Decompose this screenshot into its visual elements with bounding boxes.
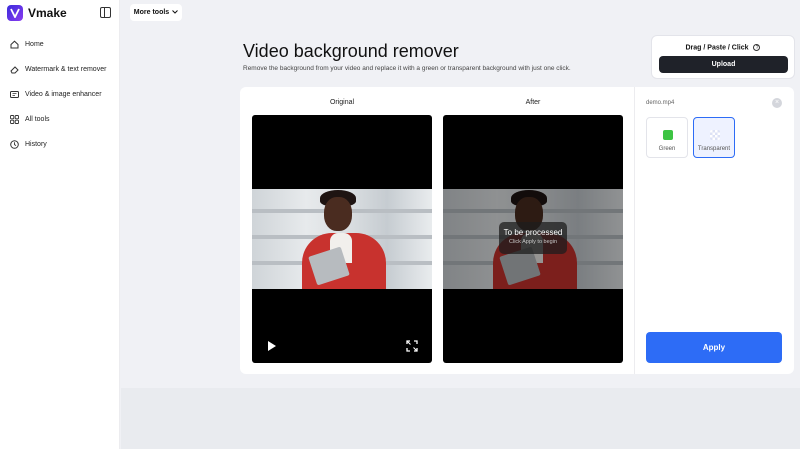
bottom-band bbox=[121, 388, 800, 449]
background-option-transparent[interactable]: Transparent bbox=[693, 117, 735, 158]
upload-hint-text: Drag / Paste / Click bbox=[685, 44, 749, 52]
page-title: Video background remover bbox=[243, 41, 459, 61]
file-name: demo.mp4 bbox=[646, 100, 675, 106]
more-tools-label: More tools bbox=[133, 9, 170, 16]
upload-card[interactable]: Drag / Paste / Click ? Upload bbox=[651, 35, 795, 79]
divider bbox=[634, 87, 635, 374]
brand-name: Vmake bbox=[28, 6, 67, 20]
background-option-label: Green bbox=[658, 146, 676, 152]
after-video: To be processed Click Apply to begin bbox=[443, 115, 623, 363]
brand[interactable]: Vmake bbox=[7, 5, 67, 21]
sidebar-item-enhancer[interactable]: Video & image enhancer bbox=[10, 90, 102, 99]
upload-button[interactable]: Upload bbox=[659, 56, 788, 73]
eraser-icon bbox=[10, 65, 19, 74]
sidebar-item-label: Watermark & text remover bbox=[25, 66, 107, 73]
background-option-green[interactable]: Green bbox=[646, 117, 688, 158]
sidebar-item-all-tools[interactable]: All tools bbox=[10, 115, 50, 124]
sidebar-item-label: All tools bbox=[25, 116, 50, 123]
sidebar-item-watermark-remover[interactable]: Watermark & text remover bbox=[10, 65, 106, 74]
sidebar-item-history[interactable]: History bbox=[10, 140, 47, 149]
vmake-logo-icon bbox=[7, 5, 23, 21]
apply-button[interactable]: Apply bbox=[646, 332, 782, 363]
more-tools-dropdown[interactable]: More tools bbox=[130, 4, 182, 21]
original-label: Original bbox=[329, 99, 355, 106]
processing-overlay: To be processed Click Apply to begin bbox=[499, 222, 567, 254]
fullscreen-icon[interactable] bbox=[406, 339, 418, 352]
after-label: After bbox=[525, 99, 541, 106]
sidebar-collapse-icon[interactable] bbox=[100, 7, 111, 18]
grid-icon bbox=[10, 115, 19, 124]
play-icon[interactable] bbox=[268, 341, 276, 351]
workspace: Original After To be processed Click App… bbox=[240, 87, 794, 374]
processing-hint: Click Apply to begin bbox=[509, 239, 557, 245]
sidebar-item-home[interactable]: Home bbox=[10, 40, 44, 49]
video-frame bbox=[252, 189, 432, 289]
home-icon bbox=[10, 40, 19, 49]
help-icon[interactable]: ? bbox=[753, 44, 761, 51]
sidebar: Vmake Home Watermark & text remover Vide… bbox=[0, 0, 120, 449]
sidebar-item-label: Home bbox=[25, 41, 44, 48]
enhance-icon bbox=[10, 90, 19, 99]
close-icon[interactable]: × bbox=[772, 98, 782, 108]
background-option-label: Transparent bbox=[697, 146, 731, 152]
chevron-down-icon bbox=[172, 9, 179, 16]
page-subtitle: Remove the background from your video an… bbox=[243, 65, 571, 72]
green-swatch-icon bbox=[663, 130, 673, 140]
upload-hint: Drag / Paste / Click ? bbox=[652, 44, 794, 51]
clock-icon bbox=[10, 140, 19, 149]
sidebar-item-label: Video & image enhancer bbox=[25, 91, 102, 98]
processing-title: To be processed bbox=[503, 228, 563, 237]
sidebar-item-label: History bbox=[25, 141, 47, 148]
transparent-swatch-icon bbox=[710, 130, 720, 140]
original-video[interactable] bbox=[252, 115, 432, 363]
